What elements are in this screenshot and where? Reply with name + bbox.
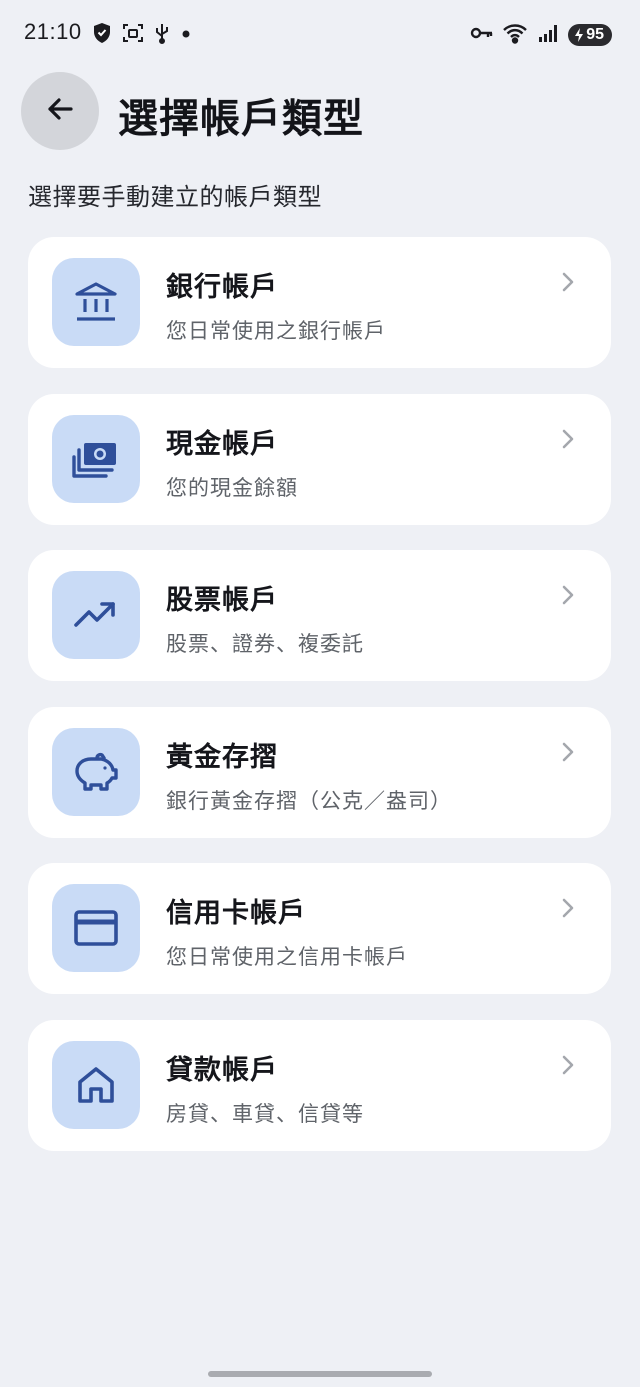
chevron-right-icon <box>561 584 575 610</box>
credit-card-icon <box>52 884 140 972</box>
account-type-loan[interactable]: 貸款帳戶 房貸、車貸、信貸等 <box>28 1019 611 1151</box>
shield-icon <box>92 22 112 48</box>
card-title: 黃金存摺 <box>166 741 278 773</box>
chevron-right-icon <box>561 741 575 767</box>
account-type-list: 銀行帳戶 您日常使用之銀行帳戶 現金帳戶 您的現金餘額 股票帳戶 股票、證券、複… <box>28 237 611 1176</box>
signal-icon <box>538 23 560 47</box>
chevron-right-icon <box>561 428 575 454</box>
account-type-stock[interactable]: 股票帳戶 股票、證券、複委託 <box>28 550 611 681</box>
card-description: 您日常使用之銀行帳戶 <box>166 319 386 343</box>
status-right-icons: 95 <box>470 22 612 48</box>
card-title: 現金帳戶 <box>166 428 278 460</box>
battery-level: 95 <box>586 26 604 43</box>
back-button[interactable] <box>21 72 99 150</box>
card-title: 信用卡帳戶 <box>166 898 306 929</box>
usb-icon <box>154 22 170 48</box>
card-description: 您日常使用之信用卡帳戶 <box>166 945 408 969</box>
status-time: 21:10 <box>24 19 82 44</box>
vpn-key-icon <box>470 25 494 45</box>
page-title: 選擇帳戶類型 <box>118 96 364 142</box>
dot-icon <box>180 22 192 48</box>
home-indicator[interactable] <box>208 1371 432 1377</box>
arrow-left-icon <box>45 94 75 128</box>
account-type-cash[interactable]: 現金帳戶 您的現金餘額 <box>28 393 611 525</box>
bank-icon <box>52 258 140 346</box>
piggy-bank-icon <box>52 727 140 816</box>
wifi-icon <box>502 22 530 48</box>
account-type-gold[interactable]: 黃金存摺 銀行黃金存摺（公克／盎司） <box>28 706 611 838</box>
chevron-right-icon <box>561 271 575 297</box>
card-title: 銀行帳戶 <box>166 272 278 303</box>
status-bar: 21:10 95 <box>0 0 640 68</box>
cash-icon <box>52 414 140 503</box>
card-description: 您的現金餘額 <box>166 475 298 500</box>
home-icon <box>52 1040 140 1129</box>
card-description: 銀行黃金存摺（公克／盎司） <box>166 788 452 813</box>
card-description: 股票、證券、複委託 <box>166 632 364 656</box>
status-left-icons <box>92 22 192 48</box>
card-description: 房貸、車貸、信貸等 <box>166 1101 364 1126</box>
chevron-right-icon <box>561 897 575 923</box>
card-title: 貸款帳戶 <box>166 1054 278 1086</box>
account-type-bank[interactable]: 銀行帳戶 您日常使用之銀行帳戶 <box>28 237 611 368</box>
card-title: 股票帳戶 <box>166 585 278 616</box>
trending-up-icon <box>52 571 140 659</box>
account-type-credit-card[interactable]: 信用卡帳戶 您日常使用之信用卡帳戶 <box>28 863 611 994</box>
screenshot-icon <box>122 22 144 48</box>
chevron-right-icon <box>561 1054 575 1080</box>
page-subtitle: 選擇要手動建立的帳戶類型 <box>28 183 322 211</box>
battery-icon: 95 <box>568 24 612 46</box>
